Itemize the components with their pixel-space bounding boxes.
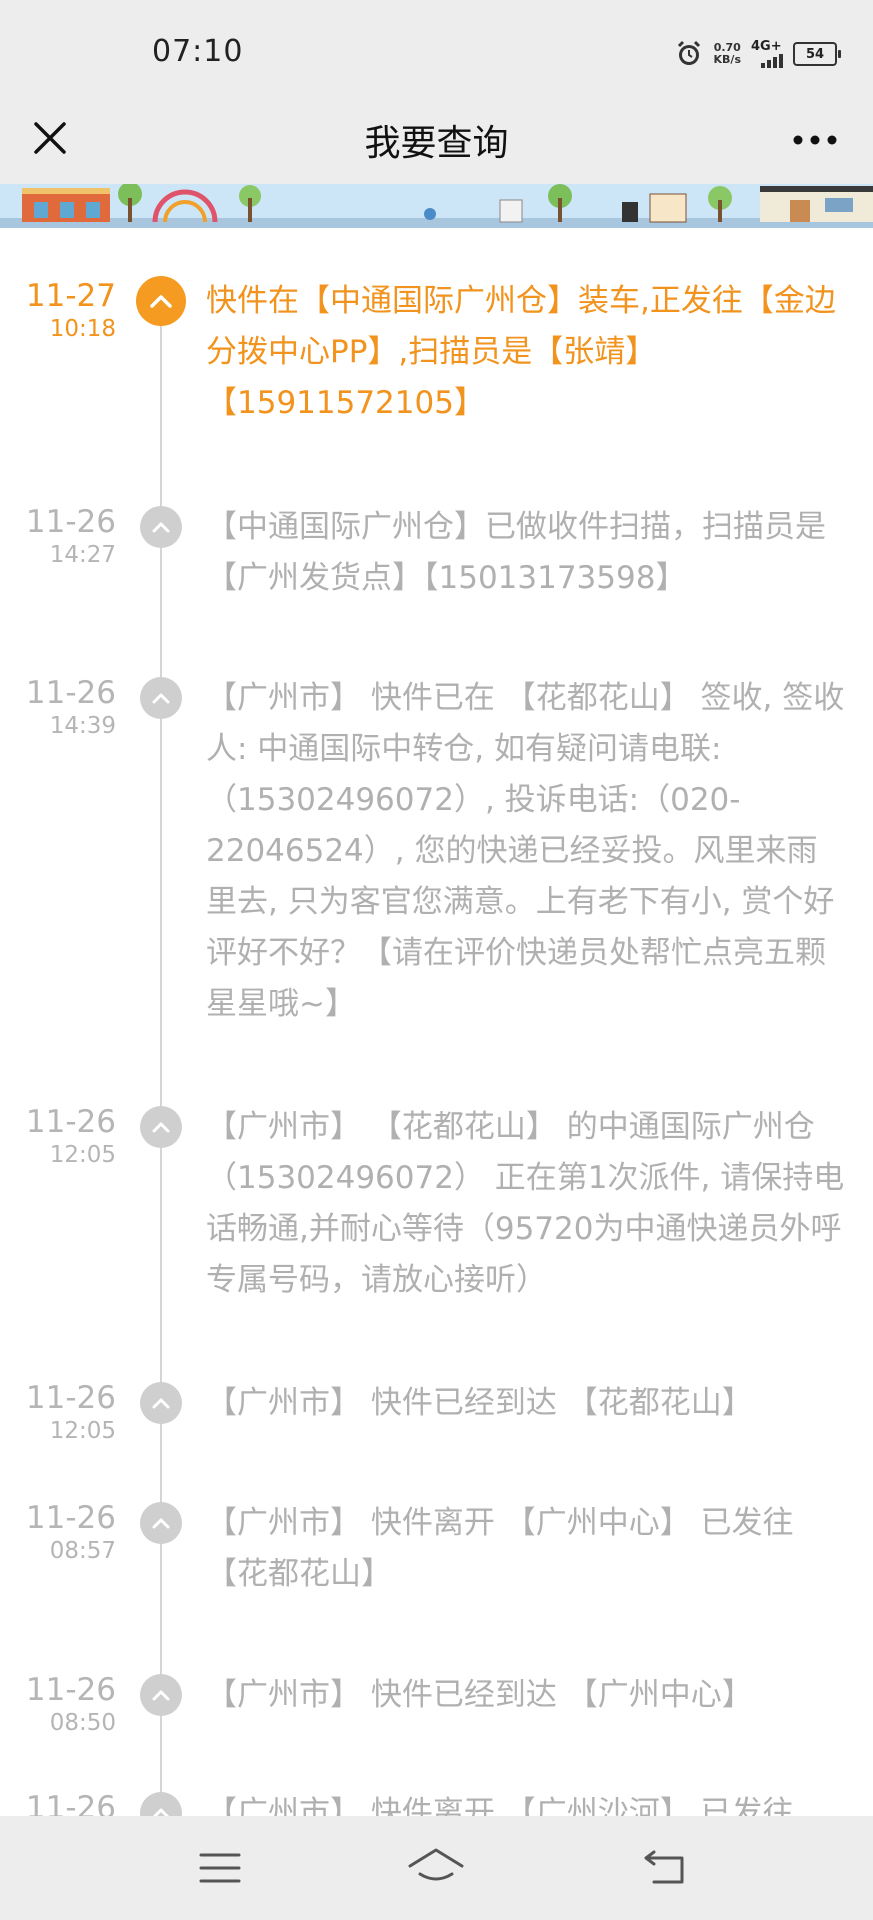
event-date: 11-26 — [25, 1104, 116, 1140]
event-date: 11-26 — [25, 675, 116, 711]
event-time: 12:05 — [49, 1418, 116, 1444]
event-description: 【广州市】 快件已经到达 【花都花山】 — [206, 1385, 753, 1421]
home-button[interactable] — [406, 1842, 466, 1894]
chevron-up-icon — [140, 1106, 182, 1148]
event-time: 08:50 — [49, 1710, 116, 1736]
chevron-up-icon — [140, 1382, 182, 1424]
event-time: 14:39 — [49, 713, 116, 739]
event-description: 【广州市】 快件已经到达 【广州中心】 — [206, 1677, 753, 1713]
event-date: 11-26 — [25, 1380, 116, 1416]
battery-icon: 54 — [793, 42, 841, 66]
event-description: 【广州市】 【花都花山】 的中通国际广州仓（15302496072） 正在第1次… — [206, 1109, 845, 1298]
signal-bars-icon — [761, 54, 783, 68]
home-icon — [408, 1848, 464, 1881]
chevron-up-icon — [140, 506, 182, 548]
menu-icon — [199, 1853, 241, 1883]
more-icon — [793, 135, 837, 145]
net-speed-unit: KB/s — [713, 53, 741, 66]
menu-button[interactable] — [190, 1842, 250, 1894]
event-date: 11-27 — [25, 278, 116, 314]
banner-illustration — [0, 184, 873, 228]
chevron-up-icon — [140, 1674, 182, 1716]
event-time: 10:18 — [49, 316, 116, 342]
city-illustration — [0, 184, 873, 228]
event-description: 【中通国际广州仓】已做收件扫描，扫描员是【广州发货点】【15013173598】 — [206, 509, 826, 596]
header: 我要查询 — [0, 92, 873, 184]
battery-level: 54 — [805, 46, 825, 62]
back-button[interactable] — [636, 1842, 696, 1894]
event-description: 【广州市】 快件离开 【广州中心】 已发往 【花都花山】 — [206, 1505, 794, 1592]
event-date: 11-26 — [25, 504, 116, 540]
status-bar: 07:10 0.70 KB/s 4G+ 54 — [0, 0, 873, 92]
more-button[interactable] — [787, 112, 843, 168]
chevron-up-icon — [140, 677, 182, 719]
status-time: 07:10 — [152, 34, 244, 69]
event-description: 【广州市】 快件已在 【花都花山】 签收, 签收人: 中通国际中转仓, 如有疑问… — [206, 680, 845, 1022]
event-time: 14:27 — [49, 542, 116, 568]
event-date: 11-26 — [25, 1790, 116, 1816]
event-date: 11-26 — [25, 1672, 116, 1708]
event-description: 【广州市】 快件离开 【广州沙河】 已发往 — [206, 1795, 794, 1816]
event-description: 快件在【中通国际广州仓】装车,正发往【金边分拨中心PP】,扫描员是【张靖】【15… — [206, 283, 836, 421]
event-date: 11-26 — [25, 1500, 116, 1536]
alarm-icon — [677, 40, 700, 65]
system-nav-bar — [0, 1816, 873, 1920]
page-title: 我要查询 — [364, 123, 509, 164]
event-time: 12:05 — [49, 1142, 116, 1168]
network-type: 4G+ — [751, 39, 782, 54]
chevron-up-icon — [140, 1502, 182, 1544]
chevron-up-icon — [140, 1792, 182, 1816]
chevron-up-icon — [136, 276, 186, 326]
status-icons: 0.70 KB/s 4G+ 54 — [674, 36, 841, 72]
event-time: 08:57 — [49, 1538, 116, 1564]
tracking-timeline[interactable]: 11-27 10:18 快件在【中通国际广州仓】装车,正发往【金边分拨中心PP】… — [0, 228, 873, 1816]
back-icon — [644, 1850, 684, 1884]
net-speed: 0.70 KB/s — [714, 42, 741, 66]
cell-signal: 4G+ — [751, 40, 783, 68]
